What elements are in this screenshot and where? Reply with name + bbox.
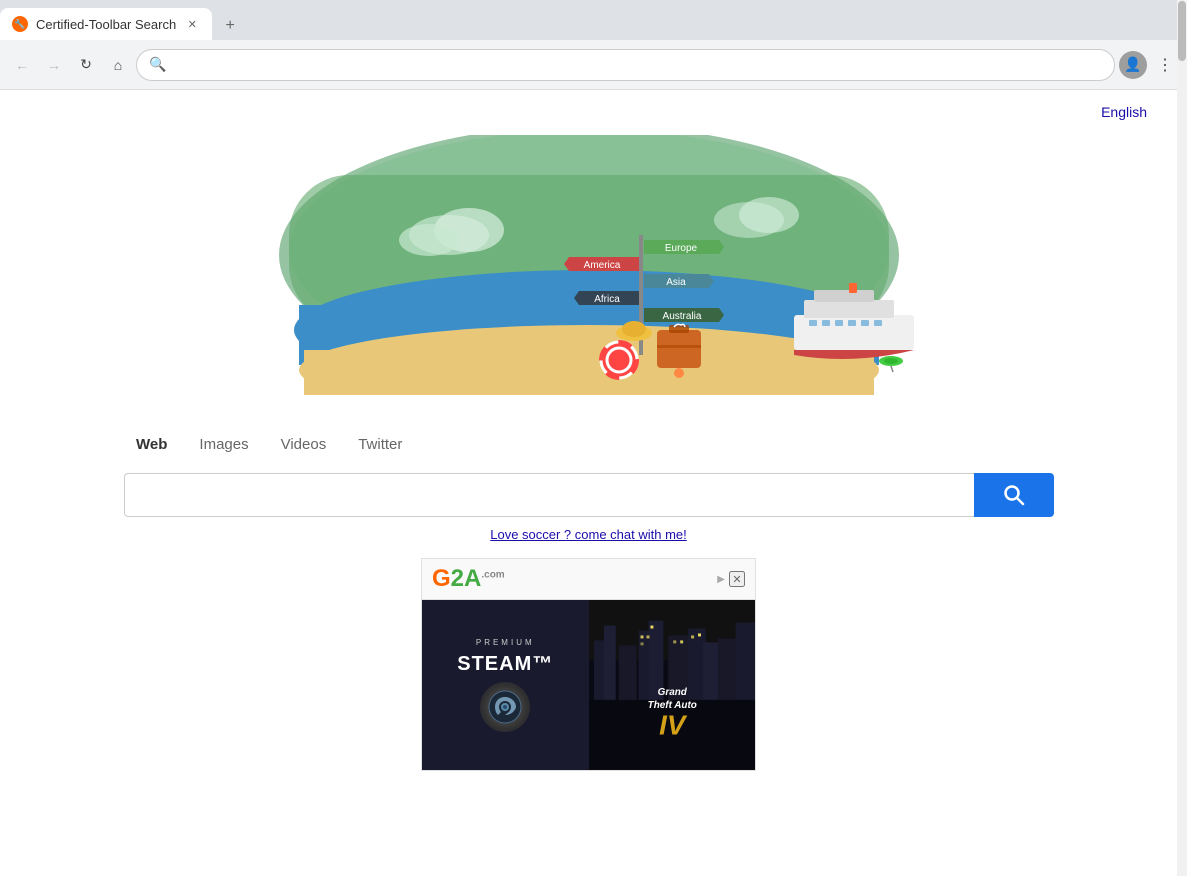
menu-button[interactable]: ⋮ (1151, 51, 1179, 79)
browser-toolbar: ← → ↻ ⌂ 🔍 👤 ⋮ (0, 40, 1187, 90)
g2a-logo: G2A.com (432, 565, 505, 593)
tab-close-button[interactable]: ✕ (184, 16, 200, 32)
tab-images[interactable]: Images (183, 430, 264, 461)
hero-illustration: Europe America Asia Africa Australia (249, 135, 929, 395)
tab-bar: 🔧 Certified-Toolbar Search ✕ + (0, 0, 1187, 40)
svg-text:IV: IV (659, 710, 688, 741)
active-tab[interactable]: 🔧 Certified-Toolbar Search ✕ (0, 8, 212, 40)
search-section: Web Images Videos Twitter Love soccer ? … (0, 430, 1177, 542)
address-input[interactable] (172, 57, 1102, 73)
browser-chrome: 🔧 Certified-Toolbar Search ✕ + ← → ↻ ⌂ 🔍… (0, 0, 1187, 90)
search-button[interactable] (974, 473, 1054, 517)
tab-title: Certified-Toolbar Search (36, 17, 176, 32)
ad-section: G2A.com ▶ ✕ PREMIUM STEAM™ (0, 558, 1177, 771)
ad-right-panel: Grand Theft Auto IV (589, 600, 756, 770)
reload-button[interactable]: ↻ (72, 51, 100, 79)
new-tab-button[interactable]: + (216, 12, 244, 40)
ad-body[interactable]: PREMIUM STEAM™ (422, 600, 755, 770)
svg-text:Europe: Europe (664, 243, 697, 254)
search-bar-row (124, 473, 1054, 517)
promo-link[interactable]: Love soccer ? come chat with me! (490, 527, 687, 542)
search-tabs: Web Images Videos Twitter (120, 430, 418, 461)
ad-indicator: ▶ (717, 574, 725, 585)
scrollbar-thumb[interactable] (1178, 1, 1186, 61)
back-button[interactable]: ← (8, 51, 36, 79)
tab-favicon: 🔧 (12, 16, 28, 32)
search-icon (1003, 484, 1025, 506)
svg-text:Australia: Australia (662, 311, 701, 322)
svg-text:Asia: Asia (666, 277, 686, 288)
language-link[interactable]: English (1101, 104, 1147, 120)
search-input[interactable] (137, 487, 962, 504)
scrollbar[interactable] (1177, 0, 1187, 876)
gta-illustration: Grand Theft Auto IV (589, 600, 756, 770)
ad-label-area: ▶ ✕ (717, 571, 745, 587)
ad-container: G2A.com ▶ ✕ PREMIUM STEAM™ (421, 558, 756, 771)
tab-videos[interactable]: Videos (265, 430, 343, 461)
steam-logo: STEAM™ (457, 653, 553, 732)
search-input-wrap (124, 473, 974, 517)
profile-button[interactable]: 👤 (1119, 51, 1147, 79)
steam-text: STEAM™ (457, 653, 553, 676)
steam-symbol (487, 689, 523, 725)
page-content: English (0, 90, 1177, 876)
g2a-com-text: .com (481, 570, 504, 581)
g2a-text: G (432, 565, 451, 592)
forward-button[interactable]: → (40, 51, 68, 79)
tab-web[interactable]: Web (120, 430, 183, 461)
svg-text:Grand: Grand (657, 687, 687, 698)
hero-section: Europe America Asia Africa Australia (0, 90, 1177, 430)
svg-text:America: America (583, 260, 620, 271)
g2a-text-2: 2A (451, 565, 482, 592)
home-button[interactable]: ⌂ (104, 51, 132, 79)
address-bar[interactable]: 🔍 (136, 49, 1115, 81)
search-icon: 🔍 (149, 56, 166, 73)
ad-left-panel: PREMIUM STEAM™ (422, 600, 589, 770)
ad-premium-label: PREMIUM (476, 638, 535, 647)
ad-close-button[interactable]: ✕ (729, 571, 745, 587)
ad-header: G2A.com ▶ ✕ (422, 559, 755, 600)
svg-text:Africa: Africa (594, 294, 620, 305)
blob-background: Europe America Asia Africa Australia (249, 135, 929, 395)
tab-twitter[interactable]: Twitter (342, 430, 418, 461)
steam-icon (480, 682, 530, 732)
